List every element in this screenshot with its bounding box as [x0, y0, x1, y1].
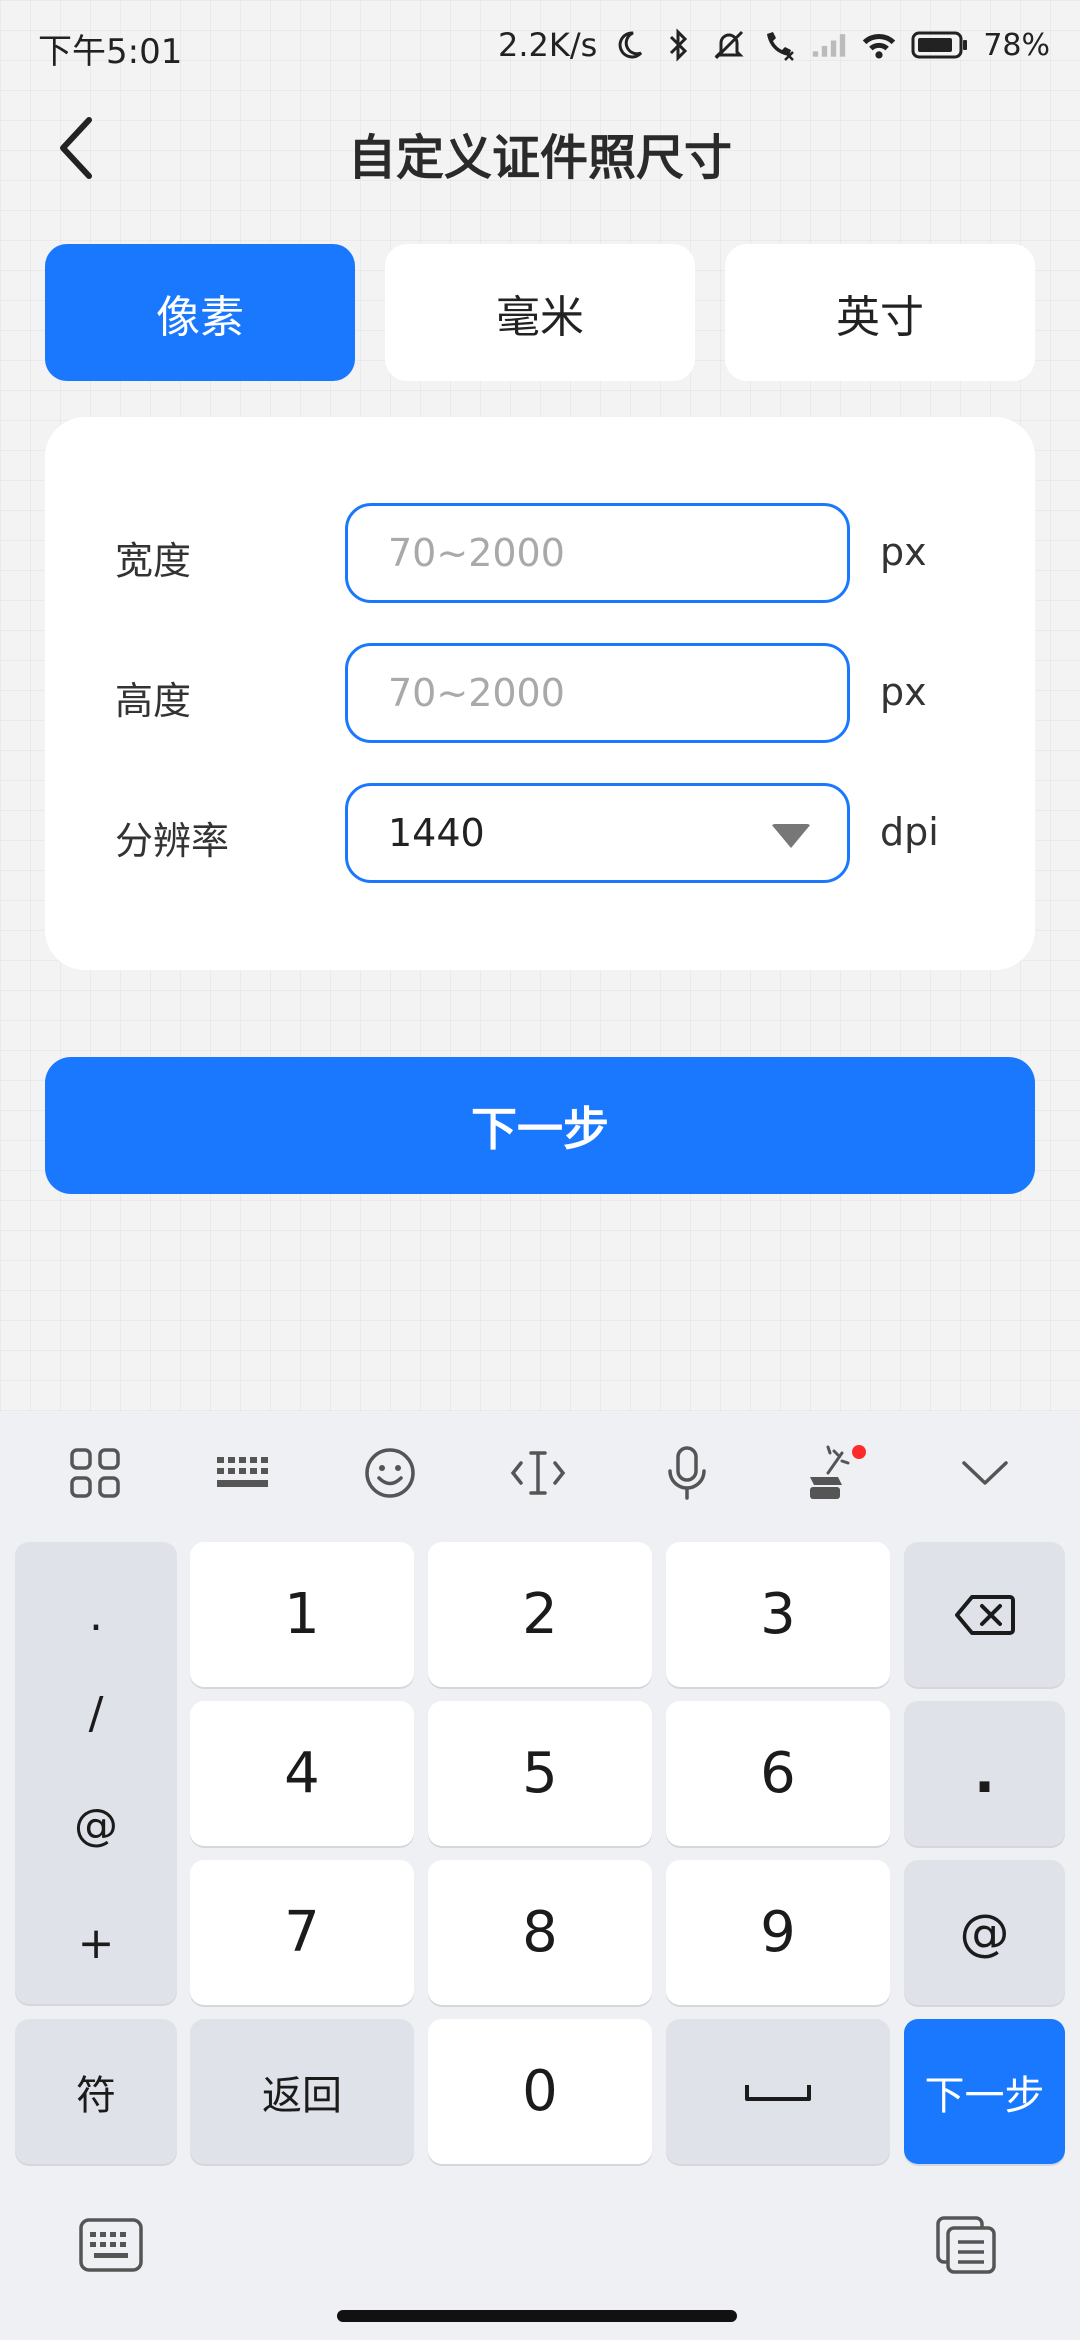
resolution-value: 1440 [388, 811, 485, 855]
resolution-unit: dpi [880, 810, 939, 854]
mute-bell-icon [711, 27, 747, 63]
tab-inch[interactable]: 英寸 [725, 244, 1035, 381]
tab-millimeter[interactable]: 毫米 [385, 244, 695, 381]
cursor-icon[interactable] [488, 1440, 588, 1506]
dropdown-arrow-icon [771, 824, 811, 848]
key-3[interactable]: 3 [666, 1542, 890, 1687]
wifi-icon [861, 27, 897, 63]
symbol-key-at[interactable]: @ [15, 1800, 177, 1851]
key-2[interactable]: 2 [428, 1542, 652, 1687]
key-5[interactable]: 5 [428, 1701, 652, 1846]
key-8[interactable]: 8 [428, 1860, 652, 2005]
symbol-switch-key[interactable]: 符 [15, 2019, 177, 2164]
status-time: 下午5:01 [38, 32, 183, 72]
clipboard-icon[interactable] [932, 2210, 1002, 2280]
key-1[interactable]: 1 [190, 1542, 414, 1687]
status-icons: 2.2K/s 78% [498, 22, 1050, 68]
height-label: 高度 [115, 679, 192, 723]
moon-icon [611, 27, 647, 63]
backspace-icon [954, 1594, 1015, 1635]
microphone-icon[interactable] [637, 1440, 737, 1506]
key-0[interactable]: 0 [428, 2019, 652, 2164]
emoji-icon[interactable] [340, 1440, 440, 1506]
return-key[interactable]: 返回 [190, 2019, 414, 2164]
network-speed: 2.2K/s [497, 26, 598, 64]
symbol-key-dot[interactable]: . [15, 1590, 177, 1641]
battery-icon [911, 27, 969, 63]
width-field[interactable] [345, 503, 850, 603]
height-field[interactable] [345, 643, 850, 743]
keyboard-layout-icon[interactable] [192, 1440, 292, 1506]
collapse-keyboard-icon[interactable] [935, 1440, 1035, 1506]
page-title: 自定义证件照尺寸 [347, 130, 732, 186]
keyboard-switch-icon[interactable] [76, 2210, 146, 2280]
width-label: 宽度 [115, 539, 192, 583]
signal-icon [811, 27, 847, 63]
resolution-select[interactable]: 1440 [345, 783, 850, 883]
key-9[interactable]: 9 [666, 1860, 890, 2005]
symbol-key-slash[interactable]: / [15, 1688, 177, 1739]
height-unit: px [880, 670, 927, 714]
call-off-icon [761, 27, 797, 63]
space-key[interactable] [666, 2019, 890, 2164]
backspace-key[interactable] [904, 1542, 1065, 1687]
home-indicator[interactable] [337, 2310, 737, 2322]
key-6[interactable]: 6 [666, 1701, 890, 1846]
key-4[interactable]: 4 [190, 1701, 414, 1846]
apps-grid-icon[interactable] [45, 1440, 145, 1506]
battery-percent: 78% [983, 27, 1050, 63]
space-icon [745, 2084, 811, 2101]
symbol-key-plus[interactable]: + [15, 1918, 177, 1969]
resolution-label: 分辨率 [115, 819, 230, 863]
key-7[interactable]: 7 [190, 1860, 414, 2005]
dot-key[interactable]: . [904, 1701, 1065, 1846]
keyboard-next-key[interactable]: 下一步 [904, 2019, 1065, 2164]
tab-pixel[interactable]: 像素 [45, 244, 355, 381]
width-input[interactable] [388, 531, 807, 575]
width-unit: px [880, 530, 927, 574]
next-step-button[interactable]: 下一步 [45, 1057, 1035, 1194]
bluetooth-icon [661, 27, 697, 63]
magic-icon[interactable] [785, 1440, 885, 1506]
height-input[interactable] [388, 671, 807, 715]
status-bar: 下午5:01 2.2K/s 78% [0, 0, 1080, 90]
at-key[interactable]: @ [904, 1860, 1065, 2005]
